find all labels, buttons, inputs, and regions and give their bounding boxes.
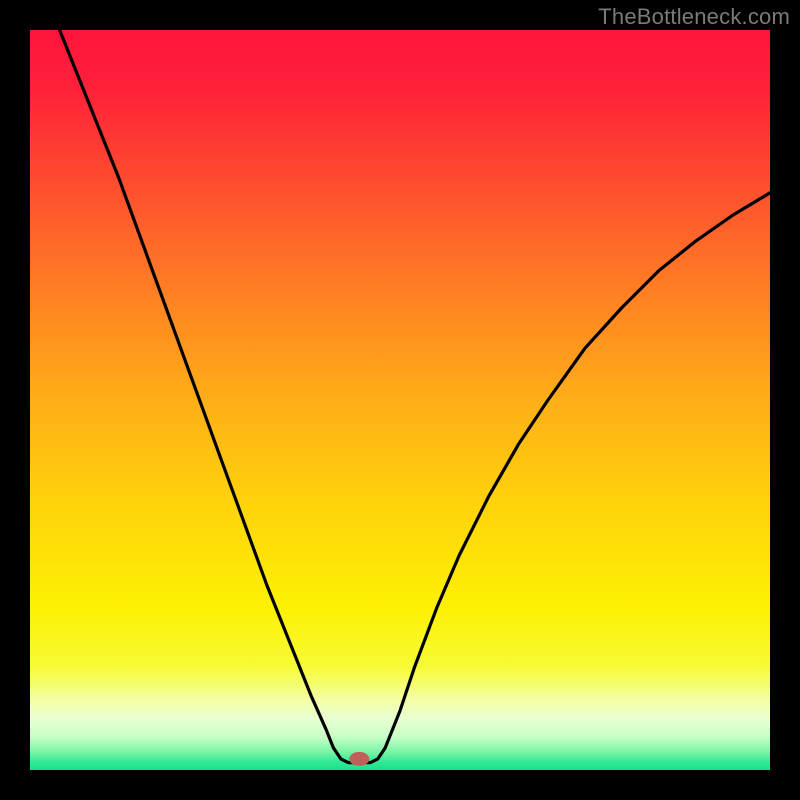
bottleneck-chart — [30, 30, 770, 770]
watermark-text: TheBottleneck.com — [598, 4, 790, 30]
optimum-marker — [349, 752, 369, 766]
plot-background — [30, 30, 770, 770]
chart-frame: TheBottleneck.com — [0, 0, 800, 800]
